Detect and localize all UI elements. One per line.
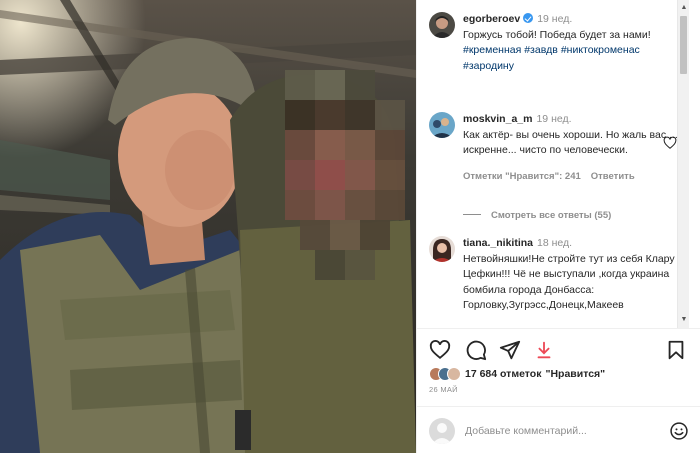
commenter-avatar[interactable] — [429, 112, 455, 138]
like-button[interactable] — [429, 339, 451, 361]
comment-likes-link[interactable]: Отметки "Нравится": 241 — [463, 171, 581, 182]
post-photo[interactable] — [0, 0, 416, 453]
hashtag-link[interactable]: #никтокроменас — [561, 44, 640, 56]
likes-summary[interactable]: 17 684 отметок "Нравится" — [429, 366, 605, 382]
view-replies-button[interactable]: Смотреть все ответы (55) — [463, 210, 611, 221]
comment-time[interactable]: 18 нед. — [537, 237, 572, 249]
comment-like-heart-icon[interactable] — [663, 136, 677, 150]
post-side-panel: egorberoev 19 нед. Горжусь тобой! Победа … — [416, 0, 700, 453]
photo-illustration — [0, 0, 416, 453]
comment-item: tiana._nikitina 18 нед. Нетвойняшки!Не ст… — [429, 236, 685, 314]
author-username[interactable]: egorberoev — [463, 13, 520, 25]
comment-text: Нетвойняшки!Не стройте тут из себя Клару… — [463, 252, 675, 312]
heart-icon — [429, 340, 451, 359]
comment-meta: Отметки "Нравится": 241 Ответить — [463, 169, 685, 185]
verified-badge-icon — [523, 13, 534, 23]
smiley-icon[interactable] — [669, 421, 689, 441]
paper-plane-icon — [499, 340, 521, 360]
caption-time[interactable]: 19 нед. — [537, 13, 572, 25]
hashtag-link[interactable]: #кременная — [463, 44, 521, 56]
comment-item: moskvin_a_m 19 нед. Как актёр- вы очень х… — [429, 112, 685, 184]
hashtag-link[interactable]: #зародину — [463, 60, 514, 72]
comment-text: Как актёр- вы очень хороши. Но жаль вас … — [463, 128, 678, 157]
comment-input[interactable] — [465, 421, 655, 441]
comments-list[interactable]: egorberoev 19 нед. Горжусь тобой! Победа … — [417, 0, 689, 328]
scroll-up-arrow-icon[interactable]: ▲ — [678, 2, 689, 14]
scroll-down-arrow-icon[interactable]: ▼ — [678, 314, 689, 326]
likes-label[interactable]: "Нравится" — [545, 368, 605, 380]
instagram-post: egorberoev 19 нед. Горжусь тобой! Победа … — [0, 0, 700, 453]
hashtag-link[interactable]: #завдв — [524, 44, 558, 56]
replies-divider-line — [463, 214, 481, 215]
author-avatar[interactable] — [429, 12, 455, 38]
current-user-avatar — [429, 418, 455, 444]
comments-scrollbar[interactable]: ▲ ▼ — [677, 0, 689, 328]
liker-avatar — [447, 367, 461, 381]
post-actions-bar — [417, 328, 700, 368]
post-caption: egorberoev 19 нед. Горжусь тобой! Победа … — [429, 12, 685, 74]
comment-time[interactable]: 19 нед. — [536, 113, 571, 125]
reply-button[interactable]: Ответить — [591, 171, 635, 182]
commenter-username[interactable]: tiana._nikitina — [463, 237, 533, 249]
comment-icon — [466, 340, 487, 361]
commenter-avatar[interactable] — [429, 236, 455, 262]
share-button[interactable] — [499, 339, 521, 361]
post-date[interactable]: 26 МАЙ — [429, 385, 458, 394]
save-button[interactable] — [665, 339, 687, 361]
add-comment-bar — [417, 406, 700, 453]
comment-button[interactable] — [465, 339, 487, 361]
likes-count[interactable]: 17 684 отметок — [465, 368, 541, 380]
scroll-thumb[interactable] — [680, 16, 687, 74]
caption-text: Горжусь тобой! Победа будет за нами! — [463, 28, 651, 41]
commenter-username[interactable]: moskvin_a_m — [463, 113, 532, 125]
view-replies-label: Смотреть все ответы (55) — [491, 210, 612, 221]
bookmark-icon — [668, 340, 684, 360]
download-button[interactable] — [533, 339, 555, 361]
download-arrow-icon — [537, 341, 551, 359]
